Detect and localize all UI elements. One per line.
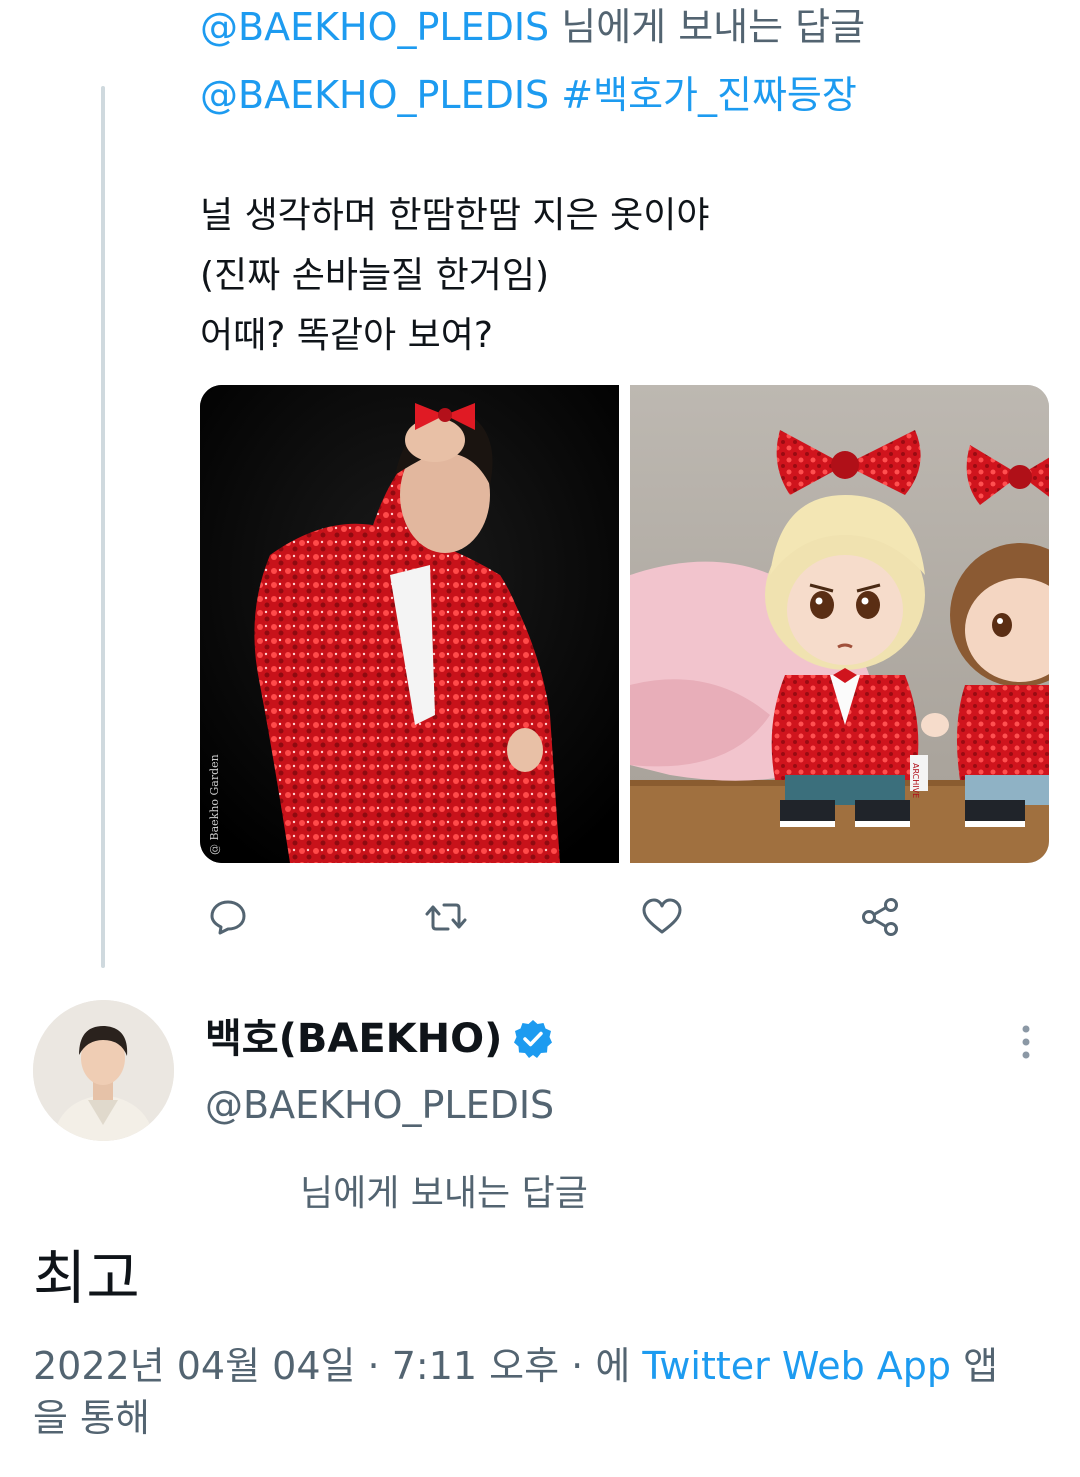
author-handle[interactable]: @BAEKHO_PLEDIS <box>205 1080 554 1130</box>
retweet-icon <box>425 903 467 931</box>
prev-tweet-line: 널 생각하며 한땀한땀 지은 옷이야 <box>200 195 710 236</box>
prev-tweet-body: 널 생각하며 한땀한땀 지은 옷이야 (진짜 손바늘질 한거임) 어때? 똑같아… <box>200 186 709 366</box>
reply-to-suffix: 님에게 보내는 답글 <box>300 1173 588 1214</box>
retweet-button[interactable] <box>424 895 468 939</box>
thread-connector-line <box>101 86 105 968</box>
author-avatar[interactable] <box>33 1000 174 1141</box>
prev-tweet-line: (진짜 손바늘질 한거임) <box>200 255 550 296</box>
reply-button[interactable] <box>206 895 250 939</box>
client-link[interactable]: Twitter Web App <box>642 1344 951 1388</box>
tweet-photo-dolls[interactable]: ARCHIVE <box>630 385 1049 863</box>
share-button[interactable] <box>858 895 902 939</box>
tweet-text: 최고 <box>33 1244 140 1312</box>
reply-icon <box>210 900 246 935</box>
like-icon <box>642 898 682 934</box>
mention-link[interactable]: @BAEKHO_PLEDIS <box>200 73 549 117</box>
hashtag-link[interactable]: #백호가_진짜등장 <box>561 73 857 117</box>
meta-separator: · <box>571 1344 584 1388</box>
share-icon <box>862 898 898 936</box>
reply-context-line: @BAEKHO_PLEDIS 님에게 보내는 답글 <box>200 4 865 50</box>
plush-dolls-red-bows-image: ARCHIVE <box>630 385 1049 863</box>
via-prefix: 에 <box>595 1344 631 1388</box>
tweet-time[interactable]: 7:11 오후 <box>392 1344 559 1388</box>
mention-line: @BAEKHO_PLEDIS #백호가_진짜등장 <box>200 72 857 118</box>
doll-tag-label: ARCHIVE <box>911 763 920 798</box>
tweet-photo-performer[interactable]: @ Baekho Garden <box>200 385 619 863</box>
reply-to-handle-link[interactable]: @BAEKHO_PLEDIS <box>200 5 549 49</box>
more-vertical-icon <box>1022 1025 1030 1059</box>
photo-watermark: @ Baekho Garden <box>208 754 221 855</box>
tweet-metadata: 2022년 04월 04일 · 7:11 오후 · 에 Twitter Web … <box>33 1340 1023 1444</box>
verified-badge-icon <box>512 1018 554 1060</box>
performer-red-sequin-jacket-image: @ Baekho Garden <box>200 385 619 863</box>
prev-tweet-line: 어때? 똑같아 보여? <box>200 315 493 356</box>
reply-to-suffix: 님에게 보내는 답글 <box>561 5 866 49</box>
tweet-date[interactable]: 2022년 04월 04일 <box>33 1344 355 1388</box>
like-button[interactable] <box>640 895 684 939</box>
meta-separator: · <box>367 1344 380 1388</box>
more-options-button[interactable] <box>1008 1020 1044 1064</box>
author-name[interactable]: 백호(BAEKHO) <box>205 1012 502 1066</box>
avatar-photo <box>33 1000 174 1141</box>
